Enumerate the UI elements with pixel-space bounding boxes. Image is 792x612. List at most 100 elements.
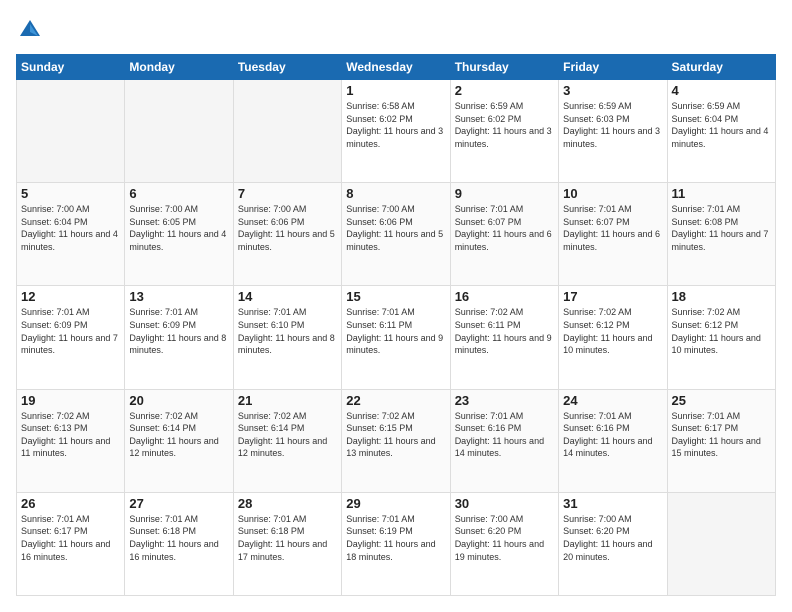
- logo: [16, 16, 48, 44]
- day-number: 10: [563, 186, 662, 201]
- day-number: 8: [346, 186, 445, 201]
- calendar-cell: 15Sunrise: 7:01 AM Sunset: 6:11 PM Dayli…: [342, 286, 450, 389]
- day-info: Sunrise: 6:59 AM Sunset: 6:02 PM Dayligh…: [455, 100, 554, 150]
- day-number: 31: [563, 496, 662, 511]
- day-number: 5: [21, 186, 120, 201]
- day-info: Sunrise: 6:59 AM Sunset: 6:03 PM Dayligh…: [563, 100, 662, 150]
- calendar-cell: 28 Sunrise: 7:01 AM Sunset: 6:18 PM Dayli…: [233, 492, 341, 595]
- day-number: 20: [129, 393, 228, 408]
- calendar-cell: 5 Sunrise: 7:00 AM Sunset: 6:04 PM Daylig…: [17, 183, 125, 286]
- week-row-5: 26 Sunrise: 7:01 AM Sunset: 6:17 PM Dayli…: [17, 492, 776, 595]
- day-info: Sunrise: 7:02 AM Sunset: 6:13 PM Dayligh…: [21, 410, 120, 460]
- calendar-cell: 20 Sunrise: 7:02 AM Sunset: 6:14 PM Dayli…: [125, 389, 233, 492]
- calendar-cell: 23Sunrise: 7:01 AM Sunset: 6:16 PM Dayli…: [450, 389, 558, 492]
- calendar-cell: 12Sunrise: 7:01 AM Sunset: 6:09 PM Dayli…: [17, 286, 125, 389]
- calendar-cell: 4 Sunrise: 6:59 AM Sunset: 6:04 PM Daylig…: [667, 80, 775, 183]
- day-number: 30: [455, 496, 554, 511]
- day-number: 2: [455, 83, 554, 98]
- day-number: 12: [21, 289, 120, 304]
- calendar-cell: 13Sunrise: 7:01 AM Sunset: 6:09 PM Dayli…: [125, 286, 233, 389]
- day-info: Sunrise: 7:02 AM Sunset: 6:11 PM Dayligh…: [455, 306, 554, 356]
- day-info: Sunrise: 7:01 AM Sunset: 6:08 PM Dayligh…: [672, 203, 771, 253]
- day-info: Sunrise: 7:01 AM Sunset: 6:18 PM Dayligh…: [129, 513, 228, 563]
- week-row-3: 12Sunrise: 7:01 AM Sunset: 6:09 PM Dayli…: [17, 286, 776, 389]
- day-info: Sunrise: 7:02 AM Sunset: 6:12 PM Dayligh…: [563, 306, 662, 356]
- calendar-cell: 27 Sunrise: 7:01 AM Sunset: 6:18 PM Dayli…: [125, 492, 233, 595]
- weekday-tuesday: Tuesday: [233, 55, 341, 80]
- week-row-2: 5 Sunrise: 7:00 AM Sunset: 6:04 PM Daylig…: [17, 183, 776, 286]
- calendar-cell: [667, 492, 775, 595]
- day-info: Sunrise: 7:00 AM Sunset: 6:05 PM Dayligh…: [129, 203, 228, 253]
- day-number: 22: [346, 393, 445, 408]
- day-info: Sunrise: 7:01 AM Sunset: 6:07 PM Dayligh…: [455, 203, 554, 253]
- week-row-1: 1 Sunrise: 6:58 AM Sunset: 6:02 PM Daylig…: [17, 80, 776, 183]
- calendar-cell: 26 Sunrise: 7:01 AM Sunset: 6:17 PM Dayli…: [17, 492, 125, 595]
- calendar-cell: 24 Sunrise: 7:01 AM Sunset: 6:16 PM Dayli…: [559, 389, 667, 492]
- weekday-wednesday: Wednesday: [342, 55, 450, 80]
- calendar-cell: 11 Sunrise: 7:01 AM Sunset: 6:08 PM Dayli…: [667, 183, 775, 286]
- calendar-cell: 25 Sunrise: 7:01 AM Sunset: 6:17 PM Dayli…: [667, 389, 775, 492]
- day-info: Sunrise: 7:01 AM Sunset: 6:07 PM Dayligh…: [563, 203, 662, 253]
- day-info: Sunrise: 7:00 AM Sunset: 6:06 PM Dayligh…: [346, 203, 445, 253]
- day-info: Sunrise: 7:00 AM Sunset: 6:06 PM Dayligh…: [238, 203, 337, 253]
- day-number: 7: [238, 186, 337, 201]
- calendar-cell: 9 Sunrise: 7:01 AM Sunset: 6:07 PM Daylig…: [450, 183, 558, 286]
- calendar-cell: [233, 80, 341, 183]
- calendar-cell: 7 Sunrise: 7:00 AM Sunset: 6:06 PM Daylig…: [233, 183, 341, 286]
- day-info: Sunrise: 7:02 AM Sunset: 6:14 PM Dayligh…: [238, 410, 337, 460]
- day-info: Sunrise: 7:00 AM Sunset: 6:20 PM Dayligh…: [563, 513, 662, 563]
- day-info: Sunrise: 7:01 AM Sunset: 6:11 PM Dayligh…: [346, 306, 445, 356]
- calendar-cell: 29Sunrise: 7:01 AM Sunset: 6:19 PM Dayli…: [342, 492, 450, 595]
- day-info: Sunrise: 7:01 AM Sunset: 6:16 PM Dayligh…: [563, 410, 662, 460]
- calendar-cell: 1 Sunrise: 6:58 AM Sunset: 6:02 PM Daylig…: [342, 80, 450, 183]
- day-info: Sunrise: 7:00 AM Sunset: 6:04 PM Dayligh…: [21, 203, 120, 253]
- day-number: 14: [238, 289, 337, 304]
- day-number: 11: [672, 186, 771, 201]
- weekday-thursday: Thursday: [450, 55, 558, 80]
- day-number: 29: [346, 496, 445, 511]
- weekday-monday: Monday: [125, 55, 233, 80]
- weekday-sunday: Sunday: [17, 55, 125, 80]
- day-number: 27: [129, 496, 228, 511]
- day-number: 24: [563, 393, 662, 408]
- calendar-cell: 14 Sunrise: 7:01 AM Sunset: 6:10 PM Dayli…: [233, 286, 341, 389]
- calendar-cell: 8 Sunrise: 7:00 AM Sunset: 6:06 PM Daylig…: [342, 183, 450, 286]
- page: SundayMondayTuesdayWednesdayThursdayFrid…: [0, 0, 792, 612]
- day-info: Sunrise: 7:01 AM Sunset: 6:17 PM Dayligh…: [21, 513, 120, 563]
- day-info: Sunrise: 7:02 AM Sunset: 6:14 PM Dayligh…: [129, 410, 228, 460]
- calendar-table: SundayMondayTuesdayWednesdayThursdayFrid…: [16, 54, 776, 596]
- day-info: Sunrise: 7:01 AM Sunset: 6:10 PM Dayligh…: [238, 306, 337, 356]
- day-info: Sunrise: 7:01 AM Sunset: 6:17 PM Dayligh…: [672, 410, 771, 460]
- calendar-cell: 6 Sunrise: 7:00 AM Sunset: 6:05 PM Daylig…: [125, 183, 233, 286]
- day-number: 26: [21, 496, 120, 511]
- day-info: Sunrise: 6:58 AM Sunset: 6:02 PM Dayligh…: [346, 100, 445, 150]
- weekday-friday: Friday: [559, 55, 667, 80]
- week-row-4: 19 Sunrise: 7:02 AM Sunset: 6:13 PM Dayli…: [17, 389, 776, 492]
- day-info: Sunrise: 7:00 AM Sunset: 6:20 PM Dayligh…: [455, 513, 554, 563]
- calendar-cell: 30 Sunrise: 7:00 AM Sunset: 6:20 PM Dayli…: [450, 492, 558, 595]
- day-number: 4: [672, 83, 771, 98]
- day-number: 9: [455, 186, 554, 201]
- day-number: 13: [129, 289, 228, 304]
- day-number: 21: [238, 393, 337, 408]
- calendar-cell: 3 Sunrise: 6:59 AM Sunset: 6:03 PM Daylig…: [559, 80, 667, 183]
- calendar-cell: 31 Sunrise: 7:00 AM Sunset: 6:20 PM Dayli…: [559, 492, 667, 595]
- day-number: 1: [346, 83, 445, 98]
- day-number: 23: [455, 393, 554, 408]
- weekday-saturday: Saturday: [667, 55, 775, 80]
- day-info: Sunrise: 6:59 AM Sunset: 6:04 PM Dayligh…: [672, 100, 771, 150]
- header: [16, 16, 776, 44]
- day-number: 3: [563, 83, 662, 98]
- day-number: 6: [129, 186, 228, 201]
- calendar-cell: 18Sunrise: 7:02 AM Sunset: 6:12 PM Dayli…: [667, 286, 775, 389]
- calendar-cell: 21 Sunrise: 7:02 AM Sunset: 6:14 PM Dayli…: [233, 389, 341, 492]
- calendar-cell: [125, 80, 233, 183]
- day-info: Sunrise: 7:01 AM Sunset: 6:18 PM Dayligh…: [238, 513, 337, 563]
- logo-icon: [16, 16, 44, 44]
- day-number: 25: [672, 393, 771, 408]
- day-number: 19: [21, 393, 120, 408]
- day-info: Sunrise: 7:02 AM Sunset: 6:12 PM Dayligh…: [672, 306, 771, 356]
- day-number: 28: [238, 496, 337, 511]
- day-info: Sunrise: 7:02 AM Sunset: 6:15 PM Dayligh…: [346, 410, 445, 460]
- calendar-cell: 22 Sunrise: 7:02 AM Sunset: 6:15 PM Dayli…: [342, 389, 450, 492]
